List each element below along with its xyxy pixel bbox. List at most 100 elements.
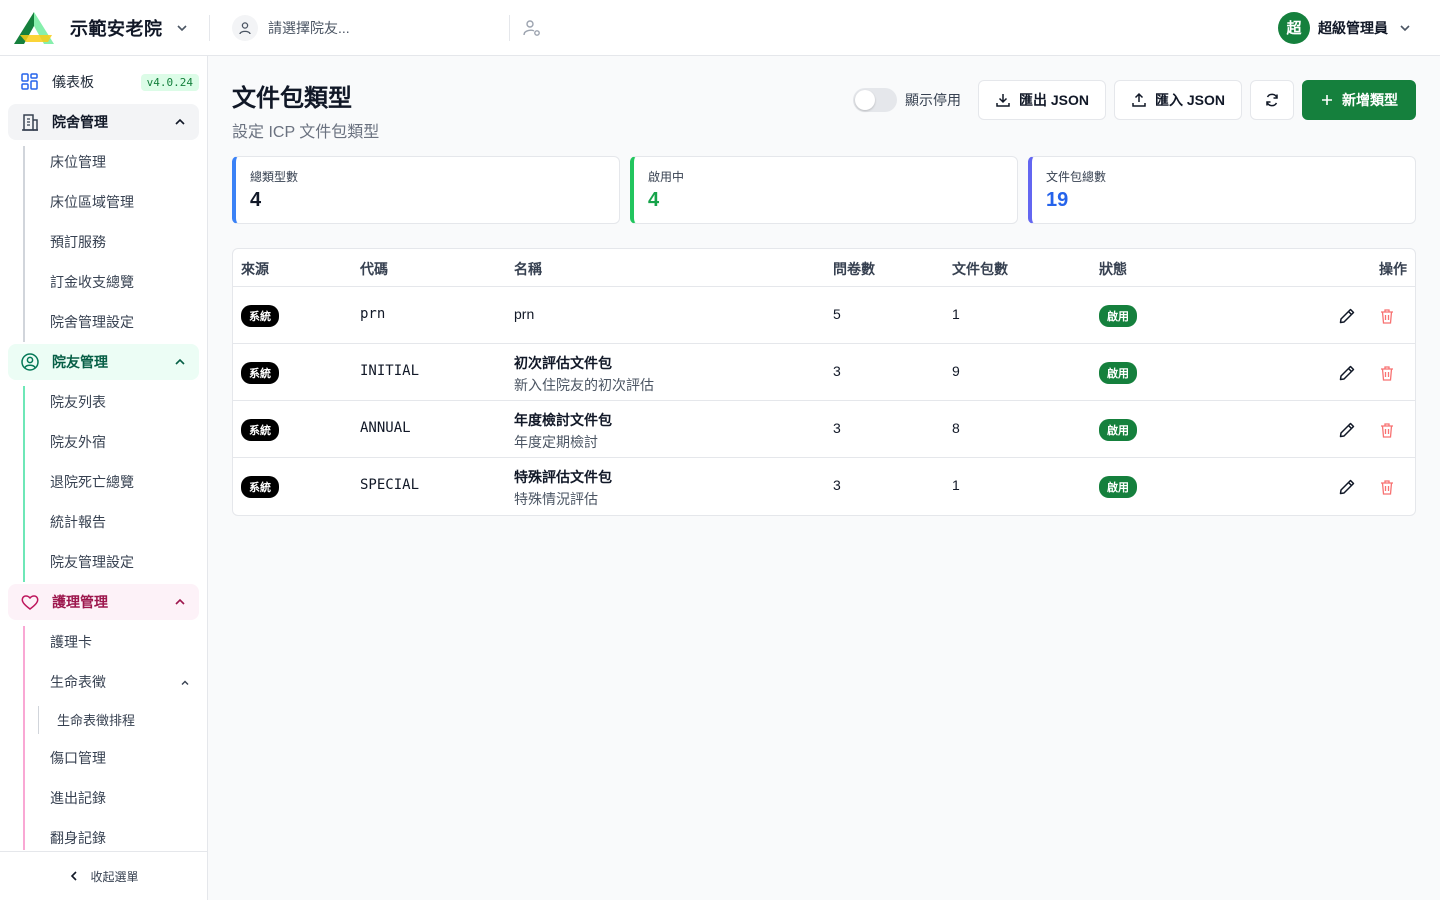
edit-icon[interactable] [1337, 477, 1357, 497]
sidebar-group-residents[interactable]: 院友管理 [8, 344, 199, 380]
user-settings-icon[interactable] [522, 18, 542, 38]
stat-label: 文件包總數 [1046, 170, 1107, 184]
export-json-label: 匯出 JSON [1018, 92, 1089, 108]
stat-label: 總類型數 [250, 170, 299, 184]
sidebar: 儀表板 v4.0.24 院舍管理 床位管理 床位區域管理 預訂服務 訂金收支總覽… [0, 56, 208, 900]
trash-icon[interactable] [1377, 363, 1397, 383]
sidebar-group-label: 護理管理 [52, 594, 108, 610]
resident-placeholder: 請選擇院友... [268, 19, 350, 36]
type-description: 特殊情況評估 [514, 491, 598, 507]
user-name: 超級管理員 [1318, 19, 1388, 36]
column-header-packages: 文件包數 [952, 261, 1008, 277]
user-circle-icon [21, 353, 39, 371]
stat-value: 19 [1046, 189, 1069, 211]
table-row[interactable]: 系統 ANNUAL 年度檢討文件包 年度定期檢討 3 8 啟用 [233, 401, 1415, 458]
column-header-questionnaires: 問卷數 [833, 261, 875, 277]
type-name-cell: 年度檢討文件包 年度定期檢討 [514, 410, 612, 452]
source-badge: 系統 [241, 476, 279, 498]
user-icon [232, 14, 258, 41]
sidebar-item-deposits[interactable]: 訂金收支總覽 [50, 272, 134, 292]
sidebar-item-discharge-overview[interactable]: 退院死亡總覽 [50, 472, 134, 492]
column-header-actions: 操作 [1379, 261, 1407, 277]
building-icon [22, 114, 38, 131]
sidebar-item-label: 儀表板 [52, 74, 94, 90]
sidebar-group-nursing[interactable]: 護理管理 [8, 584, 199, 620]
sidebar-item-dashboard[interactable]: 儀表板 v4.0.24 [8, 64, 199, 100]
refresh-icon [1266, 93, 1278, 107]
stat-label: 啟用中 [648, 170, 685, 184]
sidebar-item-bookings[interactable]: 預訂服務 [50, 232, 106, 252]
chevron-up-icon [175, 598, 185, 605]
trash-icon[interactable] [1377, 306, 1397, 326]
trash-icon[interactable] [1377, 420, 1397, 440]
package-count: 1 [952, 477, 960, 493]
version-badge: v4.0.24 [140, 73, 199, 91]
type-name-cell: prn [514, 306, 534, 322]
dashboard-icon [21, 73, 38, 90]
table-row[interactable]: 系統 prn prn 5 1 啟用 [233, 287, 1415, 344]
chevron-up-icon [175, 118, 185, 125]
edit-icon[interactable] [1337, 420, 1357, 440]
type-name: prn [514, 306, 535, 322]
column-header-name: 名稱 [514, 261, 542, 277]
sidebar-item-in-out-records[interactable]: 進出記錄 [50, 788, 106, 808]
trash-icon[interactable] [1377, 477, 1397, 497]
status-badge: 啟用 [1099, 476, 1137, 498]
sidebar-item-beds[interactable]: 床位管理 [50, 152, 106, 172]
export-json-button[interactable]: 匯出 JSON [977, 80, 1106, 120]
user-menu[interactable]: 超 超級管理員 [1278, 11, 1440, 44]
package-count: 1 [952, 306, 960, 322]
show-disabled-label: 顯示停用 [904, 92, 961, 108]
status-badge: 啟用 [1099, 305, 1137, 327]
resident-picker[interactable]: 請選擇院友... [210, 14, 510, 41]
sidebar-group-facility[interactable]: 院舍管理 [8, 104, 199, 140]
type-code: ANNUAL [360, 420, 411, 436]
sidebar-item-turning-records[interactable]: 翻身記錄 [50, 828, 106, 848]
add-type-label: 新增類型 [1342, 92, 1398, 108]
sidebar-item-statistics[interactable]: 統計報告 [50, 512, 106, 532]
page-subtitle: 設定 ICP 文件包類型 [232, 124, 380, 141]
sidebar-item-resident-leave[interactable]: 院友外宿 [50, 432, 106, 452]
table-row[interactable]: 系統 INITIAL 初次評估文件包 新入住院友的初次評估 3 9 啟用 [233, 344, 1415, 401]
package-count: 8 [952, 420, 960, 436]
collapse-menu-button[interactable]: 收起選單 [0, 851, 207, 900]
top-bar: 示範安老院 請選擇院友... 超 超級管理員 [0, 0, 1440, 56]
import-json-button[interactable]: 匯入 JSON [1113, 80, 1242, 120]
type-code: prn [360, 306, 386, 322]
sidebar-item-vital-signs[interactable]: 生命表徵 [50, 672, 106, 692]
column-header-status: 狀態 [1099, 261, 1127, 277]
sidebar-item-resident-settings[interactable]: 院友管理設定 [50, 552, 134, 572]
stat-card-enabled: 啟用中 4 [630, 156, 1018, 224]
source-badge: 系統 [241, 419, 279, 441]
chevron-up-icon [175, 358, 185, 365]
sidebar-item-vital-schedule[interactable]: 生命表徵排程 [57, 710, 135, 729]
status-badge: 啟用 [1099, 362, 1137, 384]
add-type-button[interactable]: 新增類型 [1302, 80, 1416, 120]
sidebar-group-label: 院友管理 [52, 354, 108, 370]
chevron-left-icon [71, 871, 78, 881]
type-name: 特殊評估文件包 [514, 469, 612, 485]
import-json-label: 匯入 JSON [1154, 92, 1225, 108]
app-logo-icon [14, 11, 54, 44]
sidebar-item-bed-zones[interactable]: 床位區域管理 [50, 192, 134, 212]
facility-switcher[interactable]: 示範安老院 [0, 11, 210, 44]
chevron-up-icon[interactable] [178, 676, 192, 690]
questionnaire-count: 3 [833, 363, 841, 379]
edit-icon[interactable] [1337, 363, 1357, 383]
heart-icon [21, 595, 39, 610]
sidebar-item-resident-list[interactable]: 院友列表 [50, 392, 106, 412]
divider [23, 626, 25, 850]
type-name-cell: 初次評估文件包 新入住院友的初次評估 [514, 353, 654, 395]
column-header-code: 代碼 [360, 261, 388, 277]
package-count: 9 [952, 363, 960, 379]
source-badge: 系統 [241, 362, 279, 384]
show-disabled-toggle[interactable] [852, 88, 897, 112]
sidebar-item-care-card[interactable]: 護理卡 [50, 632, 92, 652]
edit-icon[interactable] [1337, 306, 1357, 326]
table-row[interactable]: 系統 SPECIAL 特殊評估文件包 特殊情況評估 3 1 啟用 [233, 458, 1415, 515]
chevron-down-icon [1400, 24, 1410, 31]
sidebar-item-wounds[interactable]: 傷口管理 [50, 748, 106, 768]
refresh-button[interactable] [1250, 80, 1294, 120]
stat-card-total-types: 總類型數 4 [232, 156, 620, 224]
sidebar-item-facility-settings[interactable]: 院舍管理設定 [50, 312, 134, 332]
